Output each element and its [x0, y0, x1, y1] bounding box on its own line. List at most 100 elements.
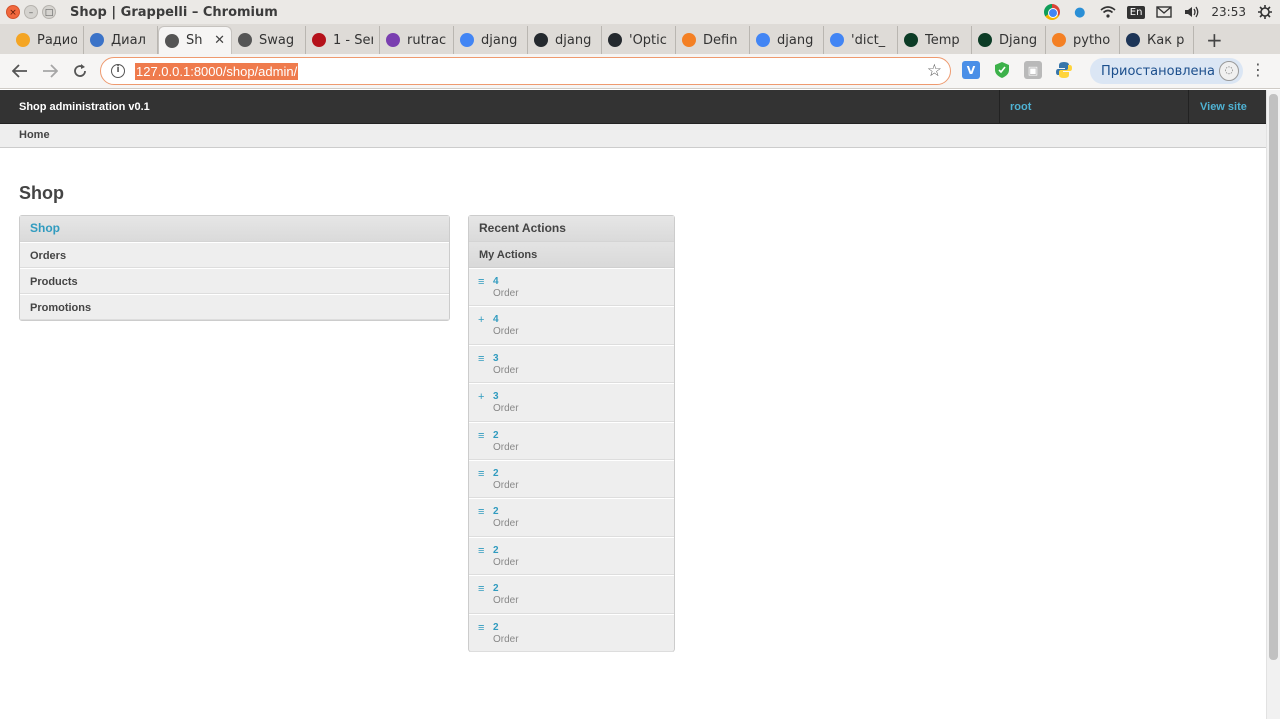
app-module-title[interactable]: Shop	[20, 216, 449, 242]
admin-brand[interactable]: Shop administration v0.1	[0, 101, 150, 113]
addition-icon: +	[478, 314, 485, 327]
recent-action-object-link[interactable]: 2	[493, 506, 499, 517]
bookmark-star-icon[interactable]: ☆	[927, 61, 942, 81]
recent-action-object-link[interactable]: 2	[493, 545, 499, 556]
browser-tab[interactable]: djang	[750, 26, 824, 54]
browser-menu-icon[interactable]: ⋮	[1250, 62, 1266, 78]
browser-tab[interactable]: Defin	[676, 26, 750, 54]
recent-action-object-link[interactable]: 2	[493, 430, 499, 441]
reload-icon[interactable]	[65, 56, 95, 86]
browser-tab[interactable]: Диал	[84, 26, 158, 54]
browser-tab[interactable]: 1 - Ser	[306, 26, 380, 54]
tab-label: 'dict_	[851, 32, 886, 48]
change-icon: ≡	[478, 506, 485, 519]
scrollbar-thumb[interactable]	[1269, 94, 1278, 660]
browser-tab[interactable]: 'Optic	[602, 26, 676, 54]
browser-tab[interactable]: rutrac	[380, 26, 454, 54]
tab-label: Defin	[703, 32, 738, 48]
recent-action-item: ≡ 4 Order	[469, 268, 674, 307]
tab-favicon-icon	[312, 33, 326, 47]
volume-icon[interactable]	[1183, 3, 1201, 21]
my-actions-heading: My Actions	[469, 242, 674, 268]
vpn-extension-icon[interactable]: V	[962, 61, 980, 79]
tab-label: Радио	[37, 32, 77, 48]
keyboard-layout-indicator[interactable]: En	[1126, 5, 1146, 19]
model-link-orders[interactable]: Orders	[20, 242, 449, 268]
browser-tab[interactable]: djang	[528, 26, 602, 54]
browser-tab[interactable]: pytho	[1046, 26, 1120, 54]
new-tab-icon[interactable]: +	[1194, 26, 1235, 54]
tab-label: rutrac	[407, 32, 447, 48]
addition-icon: +	[478, 391, 485, 404]
tab-label: Как р	[1147, 32, 1185, 48]
recent-action-content-type: Order	[493, 288, 519, 299]
os-title-bar: × – □ Shop | Grappelli – Chromium ● En 2…	[0, 0, 1280, 24]
change-icon: ≡	[478, 583, 485, 596]
recent-action-object-link[interactable]: 4	[493, 314, 499, 325]
change-icon: ≡	[478, 276, 485, 288]
recent-action-object-link[interactable]: 2	[493, 468, 499, 479]
maximize-window-icon[interactable]: □	[42, 5, 56, 19]
recent-action-object-link[interactable]: 2	[493, 622, 499, 633]
model-link-products[interactable]: Products	[20, 268, 449, 294]
model-link-promotions[interactable]: Promotions	[20, 294, 449, 320]
browser-tab[interactable]: djang	[454, 26, 528, 54]
recent-action-item: +3 Order	[469, 383, 674, 422]
tab-favicon-icon	[460, 33, 474, 47]
view-site-link[interactable]: View site	[1188, 90, 1266, 124]
breadcrumb-home-link[interactable]: Home	[19, 129, 50, 141]
address-bar[interactable]: i 127.0.0.1:8000/shop/admin/ ☆	[100, 57, 951, 85]
change-icon: ≡	[478, 352, 485, 365]
mail-icon[interactable]	[1155, 3, 1173, 21]
tab-favicon-icon	[1052, 33, 1066, 47]
recent-action-item: ≡ 2 Order	[469, 459, 674, 499]
shield-extension-icon[interactable]	[993, 61, 1011, 79]
tab-close-icon[interactable]: ✕	[214, 33, 225, 48]
profile-button[interactable]: Приостановлена ◌	[1090, 58, 1243, 84]
tab-label: Диал	[111, 32, 146, 48]
browser-tab[interactable]: Радио	[10, 26, 84, 54]
browser-tab[interactable]: 'dict_	[824, 26, 898, 54]
tab-label: Temp	[925, 32, 960, 48]
bookmark-extension-icon[interactable]: ▣	[1024, 61, 1042, 79]
page-scrollbar[interactable]	[1266, 90, 1280, 719]
user-menu-link[interactable]: root	[999, 90, 1188, 124]
forward-arrow-icon[interactable]	[35, 56, 65, 86]
power-settings-icon[interactable]	[1256, 3, 1274, 21]
tab-label: 1 - Ser	[333, 32, 373, 48]
tab-label: Swag	[259, 32, 295, 48]
back-arrow-icon[interactable]	[5, 56, 35, 86]
recent-action-object-link[interactable]: 4	[493, 276, 499, 287]
close-window-icon[interactable]: ×	[6, 5, 20, 19]
recent-action-content-type: Order	[493, 326, 519, 338]
minimize-window-icon[interactable]: –	[24, 5, 38, 19]
recent-action-content-type: Order	[493, 633, 519, 645]
chrome-indicator-icon[interactable]	[1043, 3, 1061, 21]
recent-action-object-link[interactable]: 2	[493, 583, 499, 594]
system-tray: ● En 23:53	[1043, 2, 1274, 22]
browser-tab[interactable]: Swag	[232, 26, 306, 54]
user-tools: root View site	[999, 90, 1266, 124]
clock[interactable]: 23:53	[1211, 5, 1246, 19]
browser-tab[interactable]: Djang	[972, 26, 1046, 54]
recent-action-object-link[interactable]: 3	[493, 353, 499, 364]
recent-action-item: ≡ 2 Order	[469, 498, 674, 537]
site-info-icon[interactable]: i	[111, 64, 125, 78]
tab-label: 'Optic	[629, 32, 667, 48]
tab-label: Djang	[999, 32, 1038, 48]
browser-tab[interactable]: Temp	[898, 26, 972, 54]
messenger-indicator-icon[interactable]: ●	[1071, 3, 1089, 21]
browser-toolbar: i 127.0.0.1:8000/shop/admin/ ☆ V ▣ Приос…	[0, 54, 1280, 89]
tab-favicon-icon	[386, 33, 400, 47]
recent-action-object-link[interactable]: 3	[493, 391, 499, 402]
address-bar-url[interactable]: 127.0.0.1:8000/shop/admin/	[135, 62, 299, 80]
tab-favicon-icon	[238, 33, 252, 47]
browser-tab[interactable]: Sh ✕	[158, 26, 232, 54]
tab-favicon-icon	[830, 33, 844, 47]
wifi-icon[interactable]	[1099, 3, 1117, 21]
browser-tab[interactable]: Как р	[1120, 26, 1194, 54]
recent-actions-module: Recent Actions My Actions ≡ 4 Order +4 Order…	[468, 215, 675, 652]
change-icon: ≡	[478, 621, 485, 634]
tab-favicon-icon	[90, 33, 104, 47]
python-extension-icon[interactable]	[1055, 61, 1073, 79]
